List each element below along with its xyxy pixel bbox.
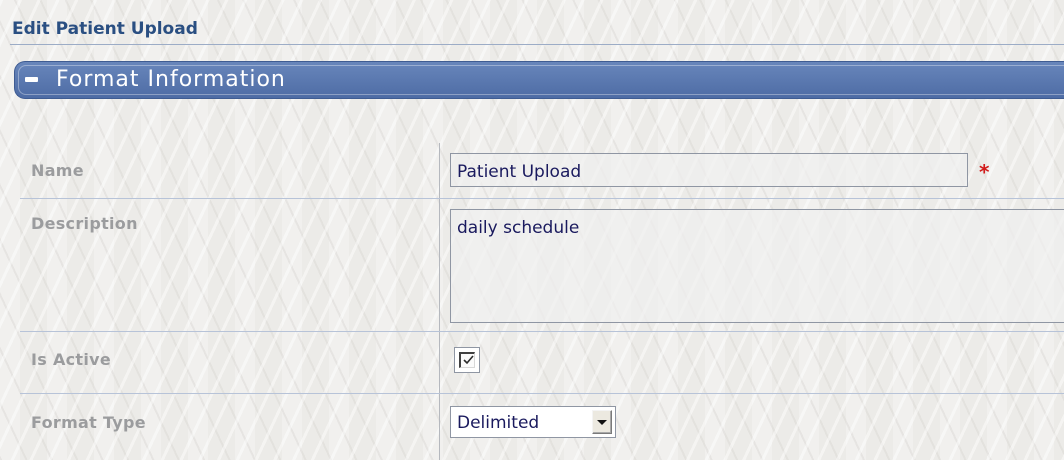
format-type-selected-value: Delimited: [457, 413, 540, 433]
section-title: Format Information: [56, 67, 286, 92]
required-marker: *: [979, 160, 990, 184]
dropdown-arrow-button[interactable]: [592, 410, 612, 434]
row-divider: [20, 198, 1064, 199]
checkbox-box: [459, 352, 475, 368]
title-divider: [10, 44, 1064, 45]
column-divider: [439, 143, 440, 460]
chevron-down-icon: [597, 420, 607, 425]
collapse-minus-icon[interactable]: [25, 77, 38, 82]
name-label: Name: [31, 161, 84, 180]
checkmark-icon: [463, 355, 474, 365]
is-active-label: Is Active: [31, 350, 112, 369]
page-title: Edit Patient Upload: [12, 19, 198, 39]
is-active-checkbox[interactable]: [454, 347, 480, 373]
description-textarea[interactable]: daily schedule: [450, 209, 1064, 323]
description-label: Description: [31, 214, 138, 233]
row-divider: [20, 331, 1064, 332]
format-type-select[interactable]: Delimited: [450, 406, 616, 438]
row-divider: [20, 393, 1064, 394]
format-type-label: Format Type: [31, 413, 146, 432]
name-field[interactable]: [450, 153, 968, 187]
